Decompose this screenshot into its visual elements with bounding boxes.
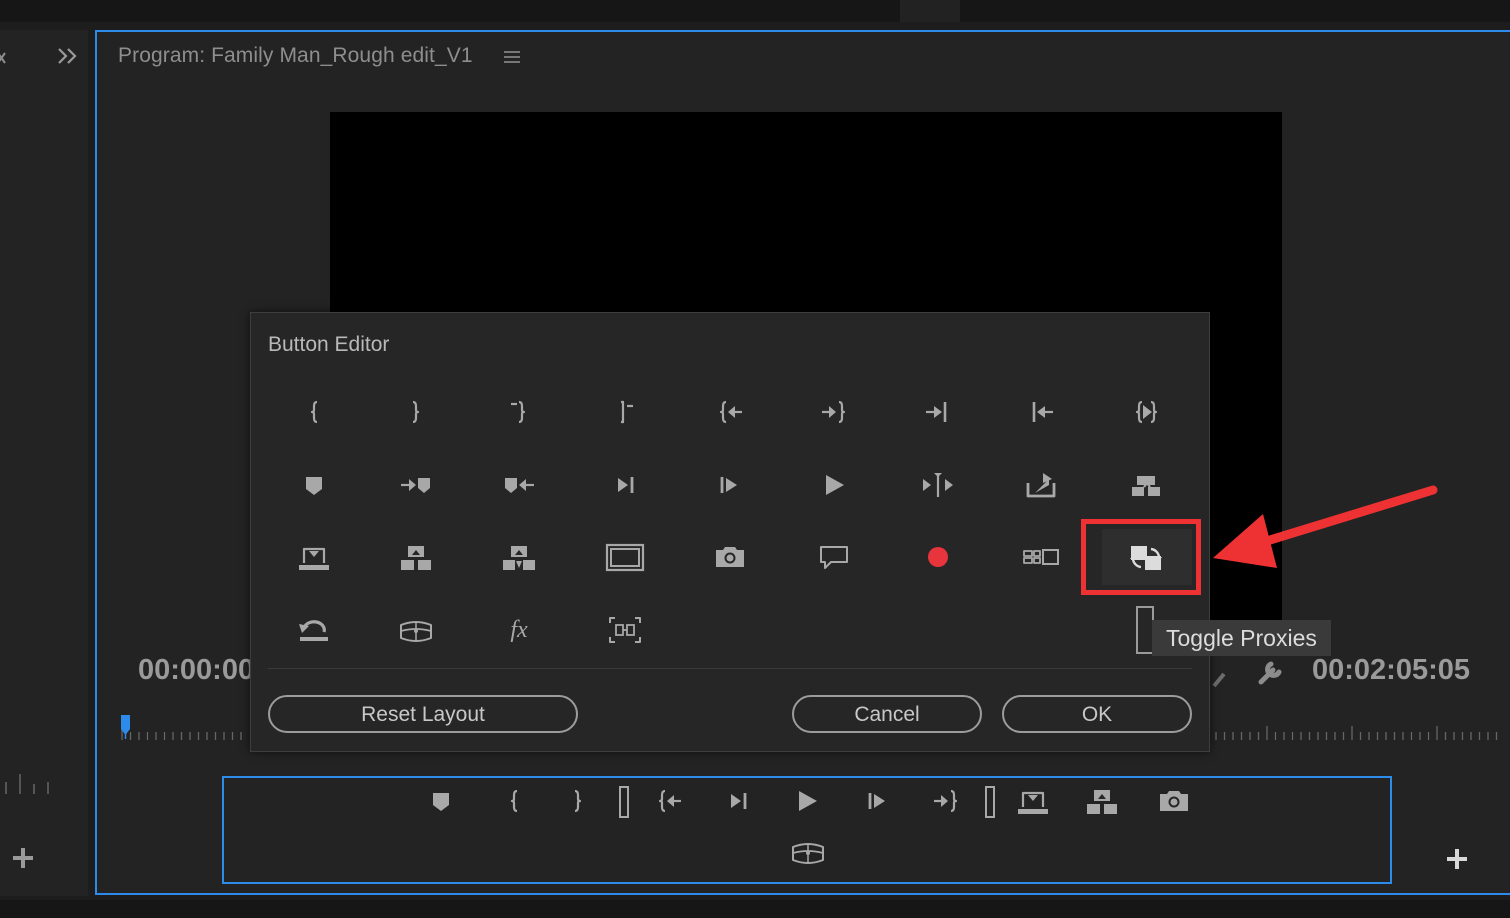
step-forward-icon[interactable]: [858, 781, 898, 821]
export-frame-icon[interactable]: [1021, 465, 1061, 505]
insert-icon[interactable]: [1126, 465, 1166, 505]
close-icon[interactable]: [0, 50, 6, 66]
mark-out-icon[interactable]: [558, 781, 598, 821]
mark-clip-out-icon[interactable]: [605, 392, 645, 432]
go-to-out-icon[interactable]: [814, 392, 854, 432]
go-to-next-marker-icon[interactable]: [396, 465, 436, 505]
bottom-strip: [0, 900, 1510, 918]
extract-icon[interactable]: [396, 537, 436, 577]
top-bar: [0, 0, 1510, 22]
safe-margins-icon[interactable]: [605, 537, 645, 577]
cancel-button[interactable]: Cancel: [792, 695, 982, 733]
extract-icon[interactable]: [1082, 781, 1122, 821]
add-panel-plus-icon[interactable]: [11, 846, 35, 870]
mark-out-icon[interactable]: [396, 392, 436, 432]
timecode-in[interactable]: 00:00:00:00: [138, 654, 250, 687]
camera-icon[interactable]: [1154, 781, 1194, 821]
playhead[interactable]: [120, 713, 132, 739]
spacer-icon[interactable]: [970, 781, 1010, 821]
hamburger-menu-icon[interactable]: [502, 47, 522, 67]
ok-button[interactable]: OK: [1002, 695, 1192, 733]
camera-icon[interactable]: [710, 537, 750, 577]
go-to-in-icon[interactable]: [710, 392, 750, 432]
red-highlight-box: [1081, 519, 1201, 595]
play-stop-icon[interactable]: [787, 781, 827, 821]
red-arrow-annotation: [1205, 482, 1445, 577]
step-forward-icon[interactable]: [710, 465, 750, 505]
spacer-icon[interactable]: [604, 781, 644, 821]
go-to-out-icon[interactable]: [926, 781, 966, 821]
vr-video-icon[interactable]: [788, 832, 828, 872]
step-back-icon[interactable]: [605, 465, 645, 505]
loop-playback-icon[interactable]: [294, 610, 334, 650]
multi-camera-icon[interactable]: [1021, 537, 1061, 577]
vr-video-icon[interactable]: [396, 610, 436, 650]
fx-icon[interactable]: fx: [499, 610, 539, 650]
record-icon[interactable]: [918, 537, 958, 577]
play-stop-icon[interactable]: [814, 465, 854, 505]
settings-partial-icon[interactable]: [1212, 660, 1226, 688]
reset-layout-button[interactable]: Reset Layout: [268, 695, 578, 733]
mark-in-icon[interactable]: [494, 781, 534, 821]
svg-text:fx: fx: [510, 617, 528, 643]
lift-icon[interactable]: [294, 537, 334, 577]
mark-in-icon[interactable]: [294, 392, 334, 432]
add-button-plus-icon[interactable]: [1445, 847, 1469, 871]
go-to-previous-marker-icon[interactable]: [499, 465, 539, 505]
proxy-fit-icon[interactable]: [605, 610, 645, 650]
go-to-in-icon[interactable]: [649, 781, 689, 821]
mark-clip-in-icon[interactable]: [499, 392, 539, 432]
overwrite-icon[interactable]: [499, 537, 539, 577]
audio-meter-ticks: [0, 772, 60, 796]
toggle-proxies-tooltip: Toggle Proxies: [1152, 620, 1331, 656]
button-editor-dialog: [250, 312, 1210, 752]
timecode-out[interactable]: 00:02:05:05: [1312, 654, 1470, 687]
wrench-icon[interactable]: [1254, 656, 1286, 688]
go-to-previous-edit-icon[interactable]: [1021, 392, 1061, 432]
add-marker-icon[interactable]: [421, 781, 461, 821]
comment-icon[interactable]: [814, 537, 854, 577]
panel-title: Program: Family Man_Rough edit_V1: [118, 44, 473, 67]
go-to-next-edit-icon[interactable]: [918, 392, 958, 432]
top-bar-divider: [900, 0, 960, 22]
trim-monitor-icon[interactable]: [918, 465, 958, 505]
dialog-title: Button Editor: [268, 333, 390, 356]
play-in-to-out-icon[interactable]: [1126, 392, 1166, 432]
left-panel: [0, 30, 88, 896]
lift-icon[interactable]: [1013, 781, 1053, 821]
dialog-separator: [268, 668, 1192, 669]
add-marker-icon[interactable]: [294, 465, 334, 505]
step-back-icon[interactable]: [718, 781, 758, 821]
time-ruler-left[interactable]: [118, 712, 248, 742]
time-ruler-right[interactable]: [1212, 712, 1498, 742]
double-chevron-right-icon[interactable]: [57, 46, 79, 66]
